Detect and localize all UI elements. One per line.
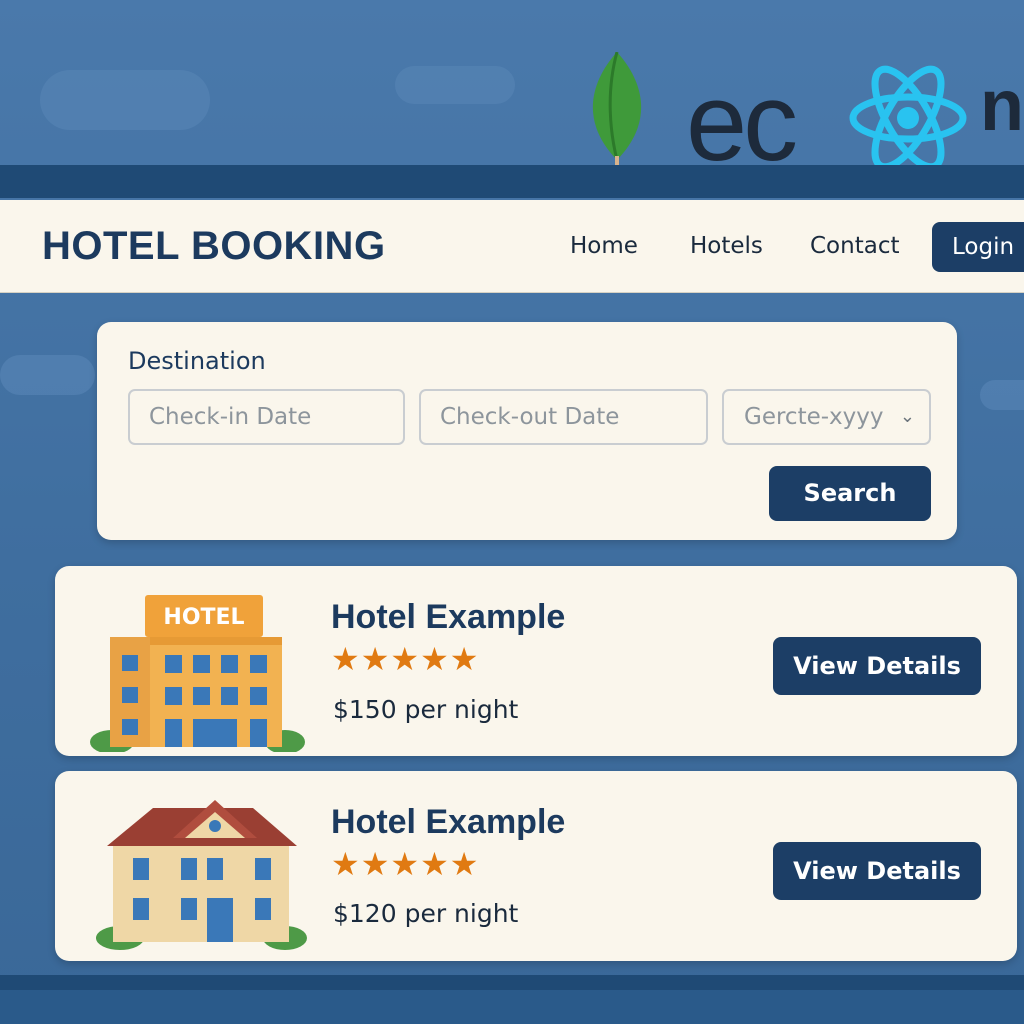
guests-select[interactable]: Gercte-xyyy ⌄	[722, 389, 931, 445]
hotel-price: $150 per night	[333, 695, 519, 724]
chevron-down-icon: ⌄	[899, 406, 915, 427]
house-hotel-icon	[96, 800, 307, 950]
react-icon	[849, 65, 967, 171]
view-details-button[interactable]: View Details	[773, 637, 981, 695]
checkout-date-field[interactable]: Check-out Date	[419, 389, 708, 445]
nav-hotels[interactable]: Hotels	[690, 233, 763, 259]
tech-logos	[592, 52, 967, 180]
search-button[interactable]: Search	[769, 466, 931, 521]
view-details-button[interactable]: View Details	[773, 842, 981, 900]
hotel-sign-text: HOTEL	[163, 605, 244, 630]
hotel-price: $120 per night	[333, 899, 519, 928]
guests-select-value: Gercte-xyyy	[744, 404, 884, 430]
cloud-decoration	[395, 66, 515, 104]
cloud-decoration	[980, 380, 1024, 410]
checkin-date-field[interactable]: Check-in Date	[128, 389, 405, 445]
node-logo-text: n	[980, 66, 1024, 146]
star-rating: ★★★★★	[331, 640, 480, 678]
hotel-name: Hotel Example	[331, 803, 566, 841]
star-rating: ★★★★★	[331, 845, 480, 883]
express-logo-text: ec	[686, 61, 798, 184]
brand-title: HOTEL BOOKING	[42, 224, 386, 268]
hotel-name: Hotel Example	[331, 598, 566, 636]
cloud-decoration	[40, 70, 210, 130]
window-top-band	[0, 165, 1024, 198]
nav-home[interactable]: Home	[570, 233, 638, 259]
window-bottom-inner	[0, 990, 1024, 1024]
hotel-building-icon: HOTEL	[90, 595, 305, 752]
leaf-icon	[592, 52, 642, 180]
destination-label: Destination	[128, 347, 266, 375]
login-button[interactable]: Login	[932, 222, 1024, 272]
cloud-decoration	[0, 355, 95, 395]
nav-contact[interactable]: Contact	[810, 233, 899, 259]
